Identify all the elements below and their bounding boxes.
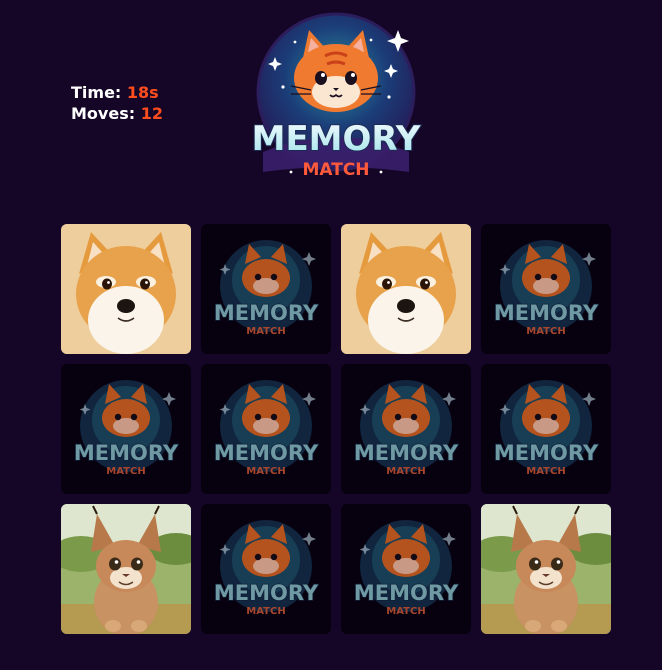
card-back-title: MEMORY xyxy=(214,301,319,325)
card-back-logo: MEMORY MATCH xyxy=(353,380,460,477)
card-back-subtitle: MATCH xyxy=(386,466,425,477)
card-back-logo: MEMORY MATCH xyxy=(213,240,320,337)
card-back-title: MEMORY xyxy=(74,441,179,465)
card-back-subtitle: MATCH xyxy=(526,326,565,337)
card-back-title: MEMORY xyxy=(494,301,599,325)
card-back-subtitle: MATCH xyxy=(246,606,285,617)
shiba-dog-image xyxy=(341,224,471,354)
card-caracal-kitten[interactable] xyxy=(481,504,611,634)
card-back-title: MEMORY xyxy=(354,441,459,465)
game-page: Time: 18s Moves: 12 MEMORY MATCH MEMORY … xyxy=(0,0,662,670)
card-back-subtitle: MATCH xyxy=(246,466,285,477)
moves-stat: Moves: 12 xyxy=(71,103,163,124)
card-back[interactable]: MEMORY MATCH xyxy=(201,224,331,354)
time-label: Time: xyxy=(71,83,122,102)
logo-title: MEMORY xyxy=(252,119,421,159)
card-back-title: MEMORY xyxy=(354,581,459,605)
card-back[interactable]: MEMORY MATCH xyxy=(61,364,191,494)
game-stats: Time: 18s Moves: 12 xyxy=(71,82,163,124)
card-shiba-dog[interactable] xyxy=(341,224,471,354)
caracal-kitten-image xyxy=(481,504,611,634)
card-back[interactable]: MEMORY MATCH xyxy=(201,504,331,634)
shiba-dog-image xyxy=(61,224,191,354)
card-back[interactable]: MEMORY MATCH xyxy=(481,224,611,354)
caracal-kitten-image xyxy=(61,504,191,634)
card-back-title: MEMORY xyxy=(214,581,319,605)
card-back-logo: MEMORY MATCH xyxy=(213,380,320,477)
card-back-subtitle: MATCH xyxy=(386,606,425,617)
moves-value: 12 xyxy=(140,104,163,123)
card-back-title: MEMORY xyxy=(214,441,319,465)
card-back-title: MEMORY xyxy=(494,441,599,465)
card-shiba-dog[interactable] xyxy=(61,224,191,354)
moves-label: Moves: xyxy=(71,104,136,123)
card-back-subtitle: MATCH xyxy=(526,466,565,477)
card-caracal-kitten[interactable] xyxy=(61,504,191,634)
time-value: 18s xyxy=(126,83,159,102)
card-back-logo: MEMORY MATCH xyxy=(353,520,460,617)
card-back[interactable]: MEMORY MATCH xyxy=(341,364,471,494)
card-grid: MEMORY MATCH MEMORY MATCH MEMORY MATCH M… xyxy=(61,224,611,634)
memory-match-logo: MEMORY MATCH xyxy=(243,12,429,188)
card-back-subtitle: MATCH xyxy=(246,326,285,337)
card-back-logo: MEMORY MATCH xyxy=(213,520,320,617)
logo-subtitle: MATCH xyxy=(302,160,369,180)
card-back-logo: MEMORY MATCH xyxy=(493,240,600,337)
card-back[interactable]: MEMORY MATCH xyxy=(201,364,331,494)
card-back-logo: MEMORY MATCH xyxy=(73,380,180,477)
card-back[interactable]: MEMORY MATCH xyxy=(481,364,611,494)
card-back[interactable]: MEMORY MATCH xyxy=(341,504,471,634)
time-stat: Time: 18s xyxy=(71,82,163,103)
card-back-logo: MEMORY MATCH xyxy=(493,380,600,477)
card-back-subtitle: MATCH xyxy=(106,466,145,477)
